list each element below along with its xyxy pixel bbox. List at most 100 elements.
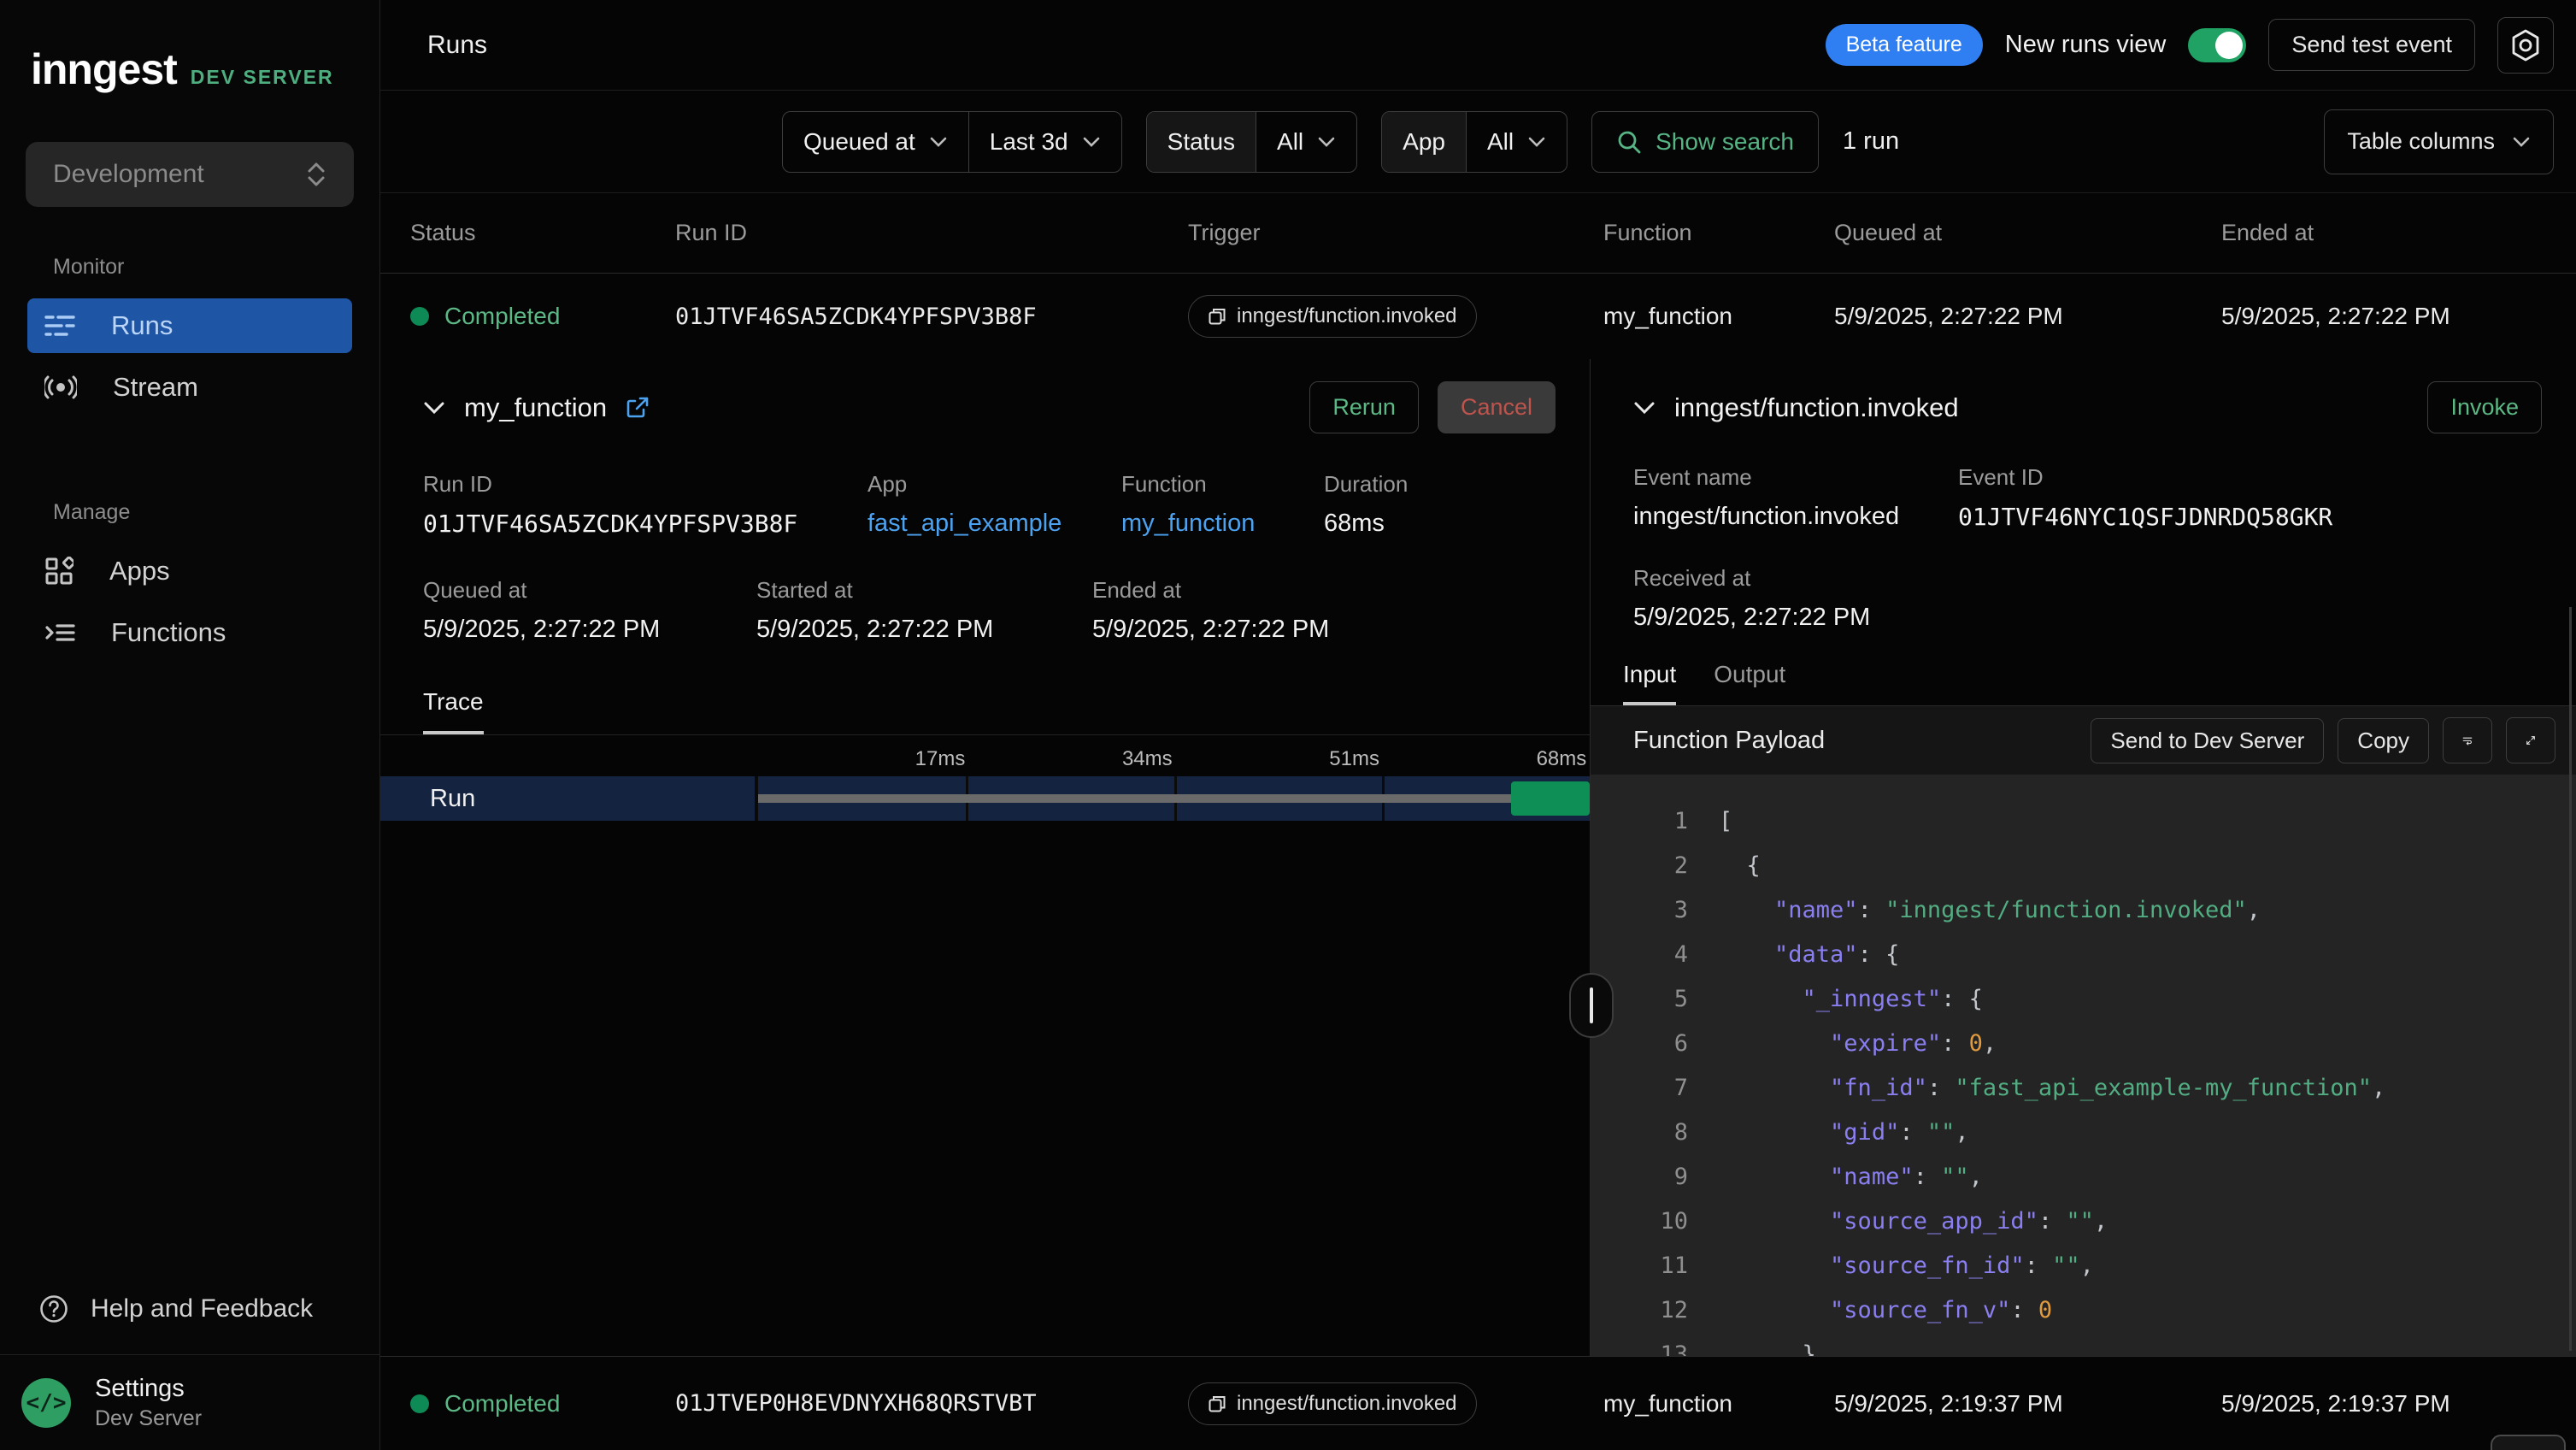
line-number: 7 [1591,1075,1719,1101]
stream-icon [44,374,77,401]
status-filter-label-segment: Status [1147,112,1256,172]
topbar-controls: Beta feature New runs view Send test eve… [1826,17,2554,74]
event-detail-panel: inngest/function.invoked Invoke Event na… [1590,359,2576,1356]
line-number: 10 [1591,1208,1719,1235]
function-name: my_function [1603,1390,1834,1418]
send-to-dev-server-button[interactable]: Send to Dev Server [2091,718,2324,763]
tab-trace[interactable]: Trace [423,688,484,734]
new-runs-view-toggle[interactable] [2188,28,2246,62]
logo: inngest DEV SERVER [0,0,379,94]
external-link-icon[interactable] [626,396,650,420]
code-text: "expire": 0, [1719,1030,1997,1057]
event-panel-header: inngest/function.invoked Invoke [1591,359,2576,433]
tab-output[interactable]: Output [1714,661,1785,705]
sidebar-item-apps[interactable]: Apps [27,544,352,598]
queued-at-filter[interactable]: Queued at [783,112,969,172]
column-header-ended-at: Ended at [2221,220,2576,246]
expand-icon [2526,728,2536,752]
trigger-pill[interactable]: inngest/function.invoked [1188,295,1477,338]
settings-gear-button[interactable] [2497,17,2554,74]
gear-icon [2510,29,2541,62]
code-text: { [1719,852,1761,879]
status-dot [410,307,429,326]
column-header-function: Function [1603,220,1834,246]
table-columns-button[interactable]: Table columns [2324,109,2554,174]
event-name-field: Event name inngest/function.invoked [1633,464,1958,531]
settings-title: Settings [95,1375,202,1403]
trigger-cell: inngest/function.invoked [1188,1382,1603,1425]
app-label: App [867,471,1121,498]
scroll-corner-button[interactable] [2491,1435,2566,1450]
status-filter-value-segment[interactable]: All [1256,112,1356,172]
help-icon [39,1294,68,1323]
code-text: [ [1719,808,1732,834]
time-range-filter-value: Last 3d [990,128,1068,156]
collapse-chevron-icon[interactable] [1633,401,1656,415]
collapse-chevron-icon[interactable] [423,401,445,415]
status-filter-value: All [1277,128,1303,156]
line-number: 11 [1591,1253,1719,1279]
rerun-button[interactable]: Rerun [1309,381,1419,433]
sidebar-item-runs[interactable]: Runs [27,298,352,353]
environment-select[interactable]: Development [26,142,354,207]
queued-at-value: 5/9/2025, 2:27:22 PM [1834,303,2221,330]
run-id-label: Run ID [423,471,867,498]
settings-subtitle: Dev Server [95,1406,202,1431]
show-search-button[interactable]: Show search [1591,111,1819,173]
column-header-run-id: Run ID [675,220,1188,246]
line-number: 13 [1591,1341,1719,1357]
event-id-field: Event ID 01JTVF46NYC1QSFJDNRDQ58GKR [1958,464,2332,531]
run-id: 01JTVEP0H8EVDNYXH68QRSTVBT [675,1390,1188,1417]
payload-code[interactable]: 1[2 {3 "name": "inngest/function.invoked… [1591,775,2576,1356]
sidebar-nav: Monitor Runs [0,255,379,663]
tick-label-17ms: 17ms [915,747,966,771]
cancel-button[interactable]: Cancel [1438,381,1556,433]
table-row[interactable]: Completed 01JTVF46SA5ZCDK4YPFSPV3B8F inn… [380,274,2576,359]
copy-button[interactable]: Copy [2338,718,2429,763]
run-id: 01JTVF46SA5ZCDK4YPFSPV3B8F [675,304,1188,330]
trace-run-row[interactable]: Run [380,776,1590,821]
invoke-button[interactable]: Invoke [2427,381,2542,433]
line-number: 8 [1591,1119,1719,1146]
send-test-event-button[interactable]: Send test event [2268,19,2475,71]
column-header-status: Status [410,220,675,246]
app-filter-label: App [1403,128,1445,156]
word-wrap-button[interactable] [2443,717,2492,763]
column-header-trigger: Trigger [1188,220,1603,246]
show-search-label: Show search [1656,128,1794,156]
line-number: 4 [1591,941,1719,968]
status-filter-group: Status All [1146,111,1358,173]
panel-resize-handle[interactable] [1569,973,1614,1038]
help-and-feedback-link[interactable]: Help and Feedback [0,1294,379,1354]
filterbar: Queued at Last 3d Status All [380,91,2576,193]
function-link[interactable]: my_function [1121,510,1324,538]
settings-link[interactable]: </> Settings Dev Server [0,1354,379,1450]
runs-icon [44,312,75,339]
sidebar-item-stream[interactable]: Stream [27,360,352,415]
expand-payload-button[interactable] [2506,717,2555,763]
app-filter-value-segment[interactable]: All [1467,112,1567,172]
received-at-label: Received at [1633,565,2576,592]
ended-at-label: Ended at [1092,577,1329,604]
app: inngest DEV SERVER Development Monitor [0,0,2576,1450]
status-label: Completed [444,1390,560,1418]
chevron-down-icon [2512,136,2531,148]
queued-at-value: 5/9/2025, 2:19:37 PM [1834,1390,2221,1418]
dev-server-avatar: </> [21,1378,71,1428]
code-line: 2 { [1591,843,2576,887]
sidebar-item-functions[interactable]: Functions [27,605,352,660]
page-title: Runs [427,31,487,60]
line-number: 1 [1591,808,1719,834]
beta-feature-badge: Beta feature [1826,24,1983,66]
sidebar-item-label: Runs [111,310,173,341]
trigger-pill[interactable]: inngest/function.invoked [1188,1382,1477,1425]
table-row[interactable]: Completed 01JTVEP0H8EVDNYXH68QRSTVBT inn… [380,1356,2576,1450]
code-text: } [1719,1341,1816,1357]
search-icon [1616,129,1642,155]
scrollbar[interactable] [2569,607,2572,1351]
resize-grip [1590,987,1593,1023]
tab-input[interactable]: Input [1623,661,1676,705]
app-link[interactable]: fast_api_example [867,510,1121,538]
time-range-filter[interactable]: Last 3d [969,112,1121,172]
run-count: 1 run [1843,127,1899,156]
